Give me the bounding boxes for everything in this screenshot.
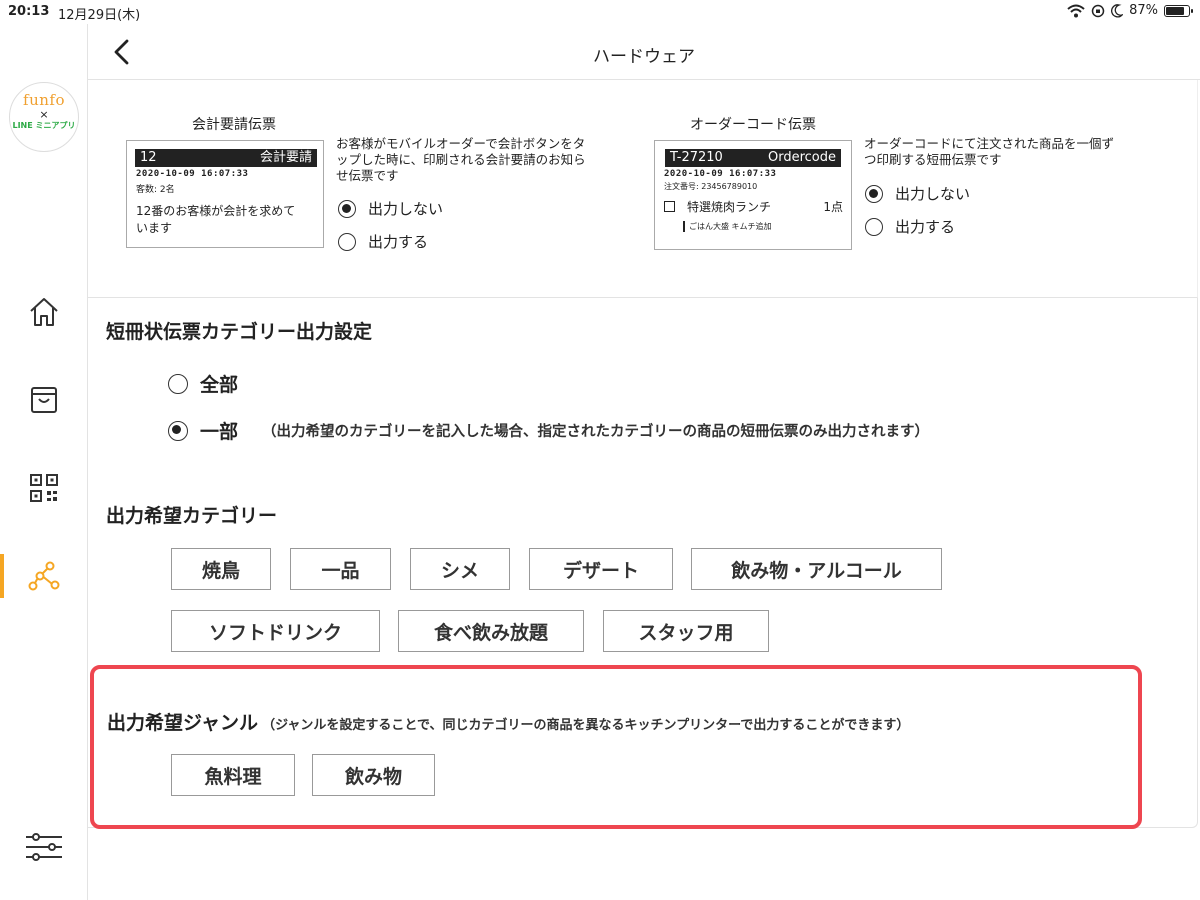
slip-item-row: 特選焼肉ランチ 1点 (664, 198, 843, 215)
ordercode-radio-no-output[interactable]: 出力しない (865, 183, 970, 204)
radio-label: 全部 (200, 374, 239, 396)
qr-code-icon[interactable] (26, 470, 62, 506)
category-tag[interactable]: シメ (410, 548, 510, 590)
orientation-lock-icon (1091, 4, 1105, 17)
network-icon[interactable] (26, 558, 62, 594)
slip-datetime: 2020-10-09 16:07:33 (136, 169, 249, 179)
checkout-slip-description: お客様がモバイルオーダーで会計ボタンをタ ップした時に、印刷される会計要請のお知… (336, 136, 636, 184)
active-indicator (0, 554, 4, 598)
description-line: せ伝票です (336, 168, 399, 183)
battery-fill (1166, 6, 1185, 15)
description-line: ップした時に、印刷される会計要請のお知ら (336, 152, 586, 167)
ordercode-slip-title: オーダーコード伝票 (690, 117, 816, 133)
slip-settings-card: 会計要請伝票 12 会計要請 2020-10-09 16:07:33 客数: 2… (88, 80, 1198, 298)
app-logo: funfo × LINE ミニアプリ (9, 82, 79, 152)
category-output-note: （出力希望のカテゴリーを記入した場合、指定されたカテゴリーの商品の短冊伝票のみ出… (262, 424, 930, 440)
checkout-slip-title: 会計要請伝票 (192, 117, 276, 133)
category-tag[interactable]: スタッフ用 (603, 610, 769, 652)
category-tag[interactable]: 食べ飲み放題 (398, 610, 584, 652)
category-output-title: 短冊状伝票カテゴリー出力設定 (106, 321, 373, 343)
status-bar: 20:13 12月29日(木) 87% (0, 0, 1200, 24)
slip-message-line: 12番のお客様が会計を求めて (136, 204, 296, 218)
radio-label: 出力する (895, 218, 956, 236)
ordercode-slip-description: オーダーコードにて注文された商品を一個ず つ印刷する短冊伝票です (864, 136, 1164, 168)
radio-label: 出力しない (368, 200, 444, 218)
home-icon[interactable] (26, 294, 62, 330)
category-tag[interactable]: デザート (529, 548, 673, 590)
checkout-radio-no-output[interactable]: 出力しない (338, 198, 443, 219)
category-tag[interactable]: 飲み物・アルコール (691, 548, 942, 590)
checkout-radio-output[interactable]: 出力する (338, 231, 428, 252)
radio-label: 出力しない (895, 185, 971, 203)
radio-partial[interactable]: 一部 （出力希望のカテゴリーを記入した場合、指定されたカテゴリーの商品の短冊伝票… (168, 417, 929, 444)
slip-item-qty: 1点 (823, 200, 843, 214)
slip-item-name: 特選焼肉ランチ (687, 200, 772, 214)
checkout-slip-header: 12 会計要請 (135, 149, 317, 167)
ordercode-radio-output[interactable]: 出力する (865, 216, 955, 237)
moon-icon (1111, 3, 1124, 17)
battery-icon (1164, 4, 1193, 17)
radio-button[interactable] (168, 373, 188, 394)
checkout-slip-preview: 12 会計要請 2020-10-09 16:07:33 客数: 2名 12番のお… (126, 140, 324, 248)
logo-line-mini-app: LINE ミニアプリ (12, 121, 76, 130)
radio-button-selected[interactable] (865, 184, 883, 203)
desired-categories-title: 出力希望カテゴリー (106, 505, 278, 527)
battery-percent: 87% (1129, 3, 1158, 18)
description-line: お客様がモバイルオーダーで会計ボタンをタ (336, 136, 586, 151)
slip-datetime: 2020-10-09 16:07:33 (664, 169, 777, 179)
sidebar: funfo × LINE ミニアプリ (0, 24, 88, 900)
status-right: 87% (1067, 3, 1193, 18)
radio-button[interactable] (865, 217, 883, 236)
status-date: 12月29日(木) (58, 8, 141, 23)
radio-all[interactable]: 全部 (168, 370, 238, 397)
slip-message: 12番のお客様が会計を求めて います (136, 203, 323, 237)
settings-sliders-icon[interactable] (24, 829, 64, 865)
header: ハードウェア (88, 24, 1200, 80)
page-title: ハードウェア (593, 47, 695, 67)
slip-order-number: 注文番号: 23456789010 (664, 182, 758, 191)
radio-button[interactable] (338, 232, 356, 251)
slip-message-line: います (136, 221, 173, 235)
description-line: オーダーコードにて注文された商品を一個ず (864, 136, 1115, 151)
slip-label: Ordercode (767, 150, 836, 165)
radio-label: 一部 (200, 421, 239, 443)
radio-button-selected[interactable] (338, 199, 356, 218)
category-tag[interactable]: ソフトドリンク (171, 610, 380, 652)
slip-label: 会計要請 (259, 150, 312, 165)
slip-order-code: T-27210 (670, 150, 723, 165)
genre-highlight-box (90, 665, 1142, 829)
status-time: 20:13 (8, 4, 50, 19)
radio-label: 出力する (368, 233, 429, 251)
logo-cross: × (39, 108, 49, 121)
slip-guests: 客数: 2名 (136, 185, 175, 195)
slip-item-options: ごはん大盛 キムチ追加 (683, 221, 851, 232)
ordercode-slip-preview: T-27210 Ordercode 2020-10-09 16:07:33 注文… (654, 140, 852, 250)
ordercode-slip-header: T-27210 Ordercode (665, 149, 841, 167)
bag-icon[interactable] (26, 382, 62, 418)
logo-funfo: funfo (23, 91, 65, 109)
checkbox-icon (664, 201, 675, 212)
category-tag[interactable]: 一品 (290, 548, 391, 590)
slip-table-number: 12 (140, 150, 157, 165)
radio-button-selected[interactable] (168, 420, 188, 441)
description-line: つ印刷する短冊伝票です (864, 152, 1002, 167)
category-tag[interactable]: 焼鳥 (171, 548, 271, 590)
wifi-icon (1067, 4, 1085, 17)
